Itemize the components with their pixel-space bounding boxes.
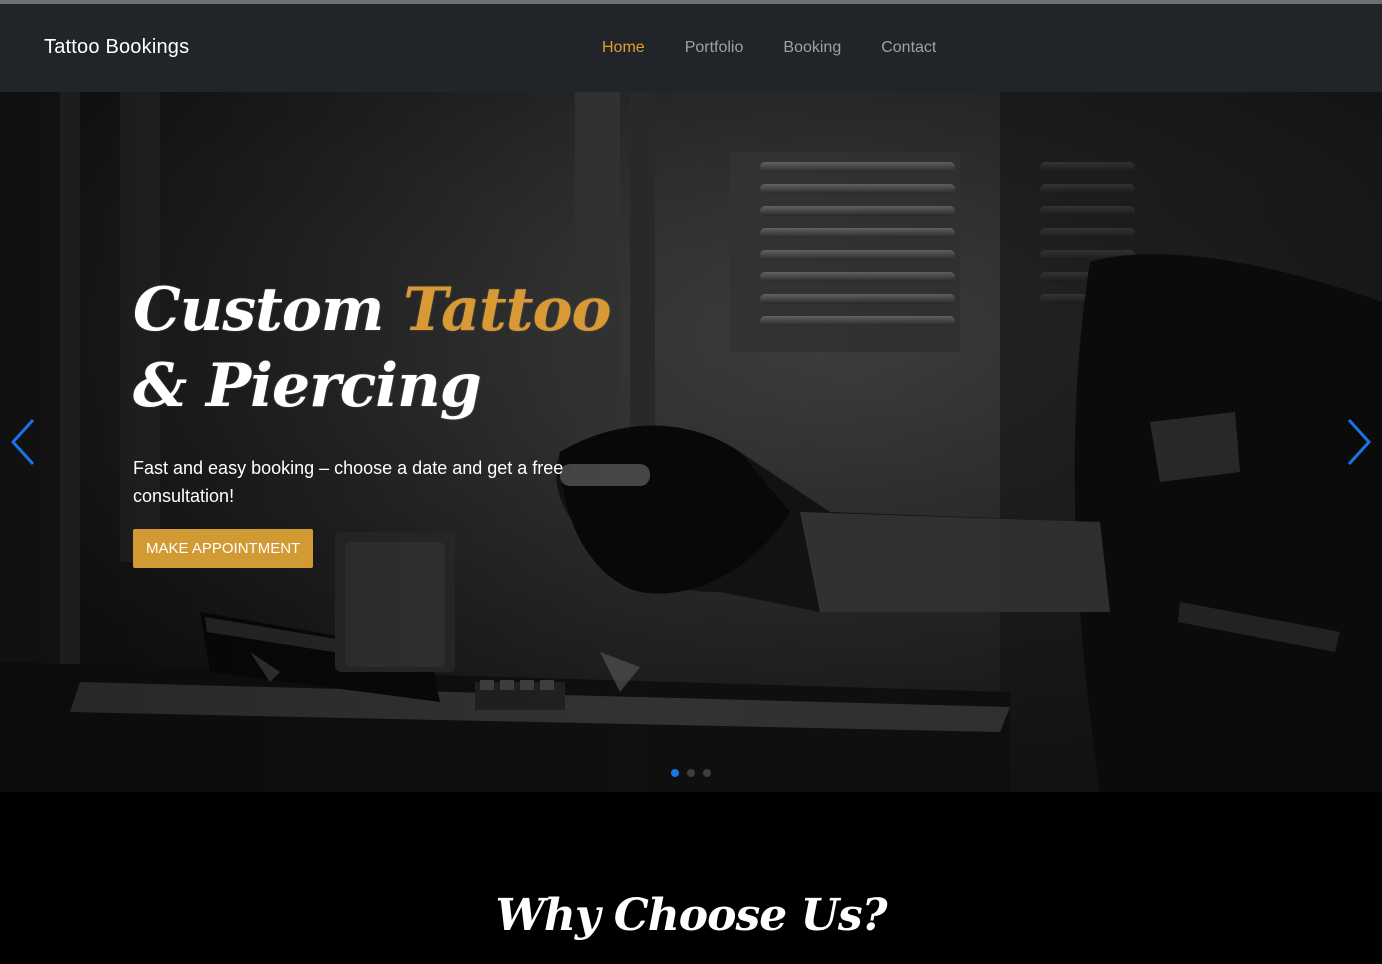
why-choose-us-title: Why Choose Us? — [495, 890, 887, 941]
chevron-right-icon — [1347, 418, 1372, 466]
brand-link[interactable]: Tattoo Bookings — [44, 36, 189, 59]
nav-item-booking: Booking — [783, 39, 881, 57]
nav-link-portfolio[interactable]: Portfolio — [685, 39, 744, 57]
carousel-indicator-3[interactable] — [703, 769, 711, 777]
hero-headline: Custom Tattoo & Piercing — [133, 272, 613, 424]
nav-link-booking[interactable]: Booking — [783, 39, 841, 57]
headline-accent: Tattoo — [403, 275, 611, 345]
carousel-indicators — [671, 769, 711, 777]
headline-part-2: & Piercing — [133, 351, 482, 421]
top-navbar: Tattoo Bookings Home Portfolio Booking C… — [0, 4, 1382, 92]
hero-carousel: Custom Tattoo & Piercing Fast and easy b… — [0, 92, 1382, 792]
nav-item-portfolio: Portfolio — [685, 39, 784, 57]
hero-caption: Custom Tattoo & Piercing Fast and easy b… — [133, 272, 613, 568]
carousel-next-button[interactable] — [1343, 418, 1373, 466]
nav-link-home[interactable]: Home — [602, 39, 645, 57]
carousel-prev-button[interactable] — [9, 418, 39, 466]
carousel-indicator-1[interactable] — [671, 769, 679, 777]
hero-subtext: Fast and easy booking – choose a date an… — [133, 458, 564, 506]
nav-link-contact[interactable]: Contact — [881, 39, 936, 57]
why-choose-us-section: Why Choose Us? — [0, 792, 1382, 964]
nav-item-contact: Contact — [881, 39, 976, 57]
chevron-left-icon — [10, 418, 35, 466]
nav-menu: Home Portfolio Booking Contact — [602, 39, 976, 57]
nav-item-home: Home — [602, 39, 685, 57]
make-appointment-button[interactable]: MAKE APPOINTMENT — [133, 529, 314, 568]
carousel-indicator-2[interactable] — [687, 769, 695, 777]
headline-part-1: Custom — [133, 275, 404, 345]
